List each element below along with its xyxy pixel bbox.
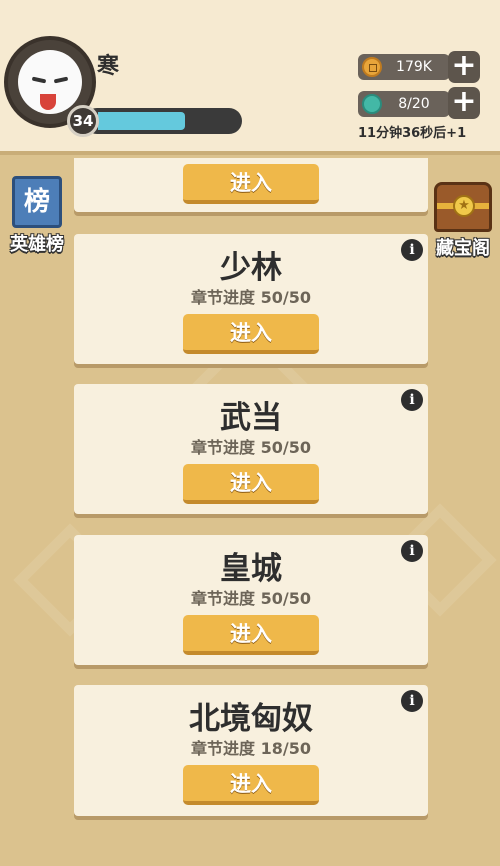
player-header: 34 寒 179K + 8/20 + 11分钟36秒后+1	[0, 0, 500, 155]
star-icon: ★	[453, 195, 475, 217]
chapter-card-shaolin: i 少林 章节进度 50/50 进入	[74, 234, 428, 364]
coin-icon	[362, 57, 382, 77]
xp-bar-fill	[98, 112, 185, 130]
stamina-icon	[362, 94, 382, 114]
enter-button[interactable]: 进入	[183, 615, 319, 655]
ranking-board-icon: 榜	[12, 176, 62, 228]
chapter-progress: 章节进度 50/50	[191, 438, 311, 457]
avatar-eye	[31, 76, 47, 84]
xp-bar	[84, 108, 242, 134]
stamina-timer: 11分钟36秒后+1	[358, 126, 467, 141]
chapter-card-northern-xiongnu: i 北境匈奴 章节进度 18/50 进入	[74, 685, 428, 816]
enter-button[interactable]: 进入	[183, 314, 319, 354]
chapter-card-partial: 进入	[74, 158, 428, 212]
chapter-title: 武当	[220, 400, 282, 436]
gold-counter: 179K	[358, 54, 450, 80]
chapter-progress: 章节进度 50/50	[191, 589, 311, 608]
chapter-title: 少林	[220, 250, 282, 286]
player-name: 寒	[97, 54, 120, 79]
level-badge: 34	[67, 105, 99, 137]
stamina-amount: 8/20	[398, 96, 430, 112]
enter-button[interactable]: 进入	[183, 164, 319, 204]
enter-button[interactable]: 进入	[183, 765, 319, 805]
chapter-title: 皇城	[220, 551, 282, 587]
chapter-progress: 章节进度 18/50	[191, 739, 311, 758]
treasure-chest-icon: ★	[434, 182, 492, 232]
stamina-counter: 8/20	[358, 91, 450, 117]
add-gold-button[interactable]: +	[448, 51, 480, 83]
chapter-card-wudang: i 武当 章节进度 50/50 进入	[74, 384, 428, 514]
treasure-pavilion-label: 藏宝阁	[436, 238, 490, 259]
avatar-tongue	[40, 94, 56, 110]
add-stamina-button[interactable]: +	[448, 87, 480, 119]
enter-button[interactable]: 进入	[183, 464, 319, 504]
avatar-eye	[53, 76, 69, 84]
chapter-progress: 章节进度 50/50	[191, 288, 311, 307]
hero-ranking-button[interactable]: 榜 英雄榜	[3, 176, 71, 256]
chapter-title: 北境匈奴	[189, 701, 313, 737]
chapter-card-imperial-city: i 皇城 章节进度 50/50 进入	[74, 535, 428, 665]
hero-ranking-label: 英雄榜	[10, 234, 64, 255]
treasure-pavilion-button[interactable]: ★ 藏宝阁	[428, 182, 498, 260]
avatar-face	[18, 50, 82, 114]
gold-amount: 179K	[396, 59, 432, 75]
